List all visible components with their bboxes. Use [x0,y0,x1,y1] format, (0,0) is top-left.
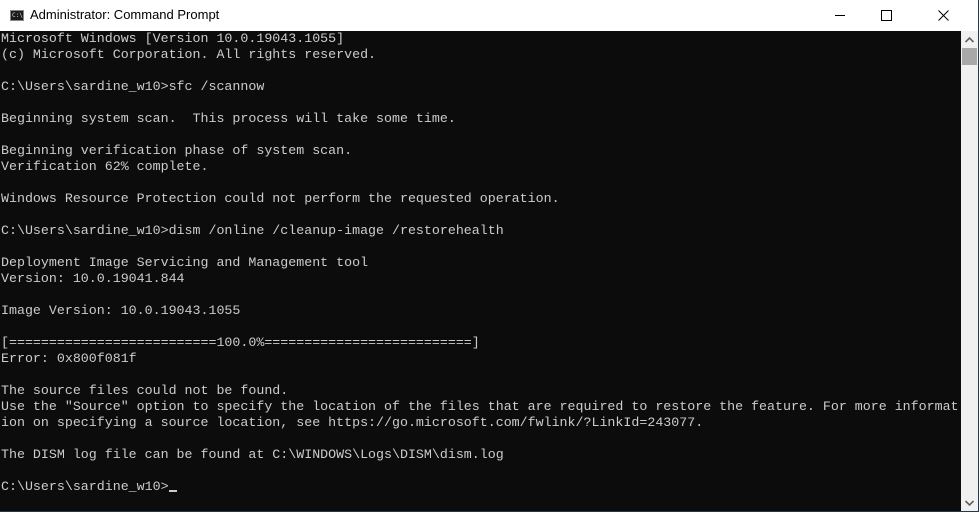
console-line: Image Version: 10.0.19043.1055 [1,303,961,319]
console-line-text: [==========================100.0%=======… [1,335,480,350]
console-line-text: Deployment Image Servicing and Managemen… [1,255,369,270]
console-line-text: The DISM log file can be found at C:\WIN… [1,447,504,462]
console-line-text: Image Version: 10.0.19043.1055 [1,303,241,318]
console-line-text: Version: 10.0.19041.844 [1,271,185,286]
console-line-text: Error: 0x800f081f [1,351,137,366]
console-line-text: Windows Resource Protection could not pe… [1,191,560,206]
console-line: Verification 62% complete. [1,159,961,175]
chevron-up-icon [965,36,974,43]
console-line: The DISM log file can be found at C:\WIN… [1,447,961,463]
console-line: (c) Microsoft Corporation. All rights re… [1,47,961,63]
console-line-text: Beginning system scan. This process will… [1,111,456,126]
scroll-up-button[interactable] [961,31,978,48]
console-line-text: C:\Users\sardine_w10>sfc /scannow [1,79,265,94]
command-prompt-window: C:\ Administrator: Command Prompt Micros… [0,0,979,512]
console-line: C:\Users\sardine_w10>dism /online /clean… [1,223,961,239]
window-title: Administrator: Command Prompt [30,7,220,22]
console-line: C:\Users\sardine_w10>sfc /scannow [1,79,961,95]
text-cursor [168,490,177,492]
console-line: Deployment Image Servicing and Managemen… [1,255,961,271]
minimize-button[interactable] [817,0,863,31]
cmd-icon: C:\ [10,10,24,21]
maximize-button[interactable] [863,0,909,31]
console-line: Use the "Source" option to specify the l… [1,399,961,415]
console-line-text: (c) Microsoft Corporation. All rights re… [1,47,377,62]
console-line: ion on specifying a source location, see… [1,415,961,431]
console-line: The source files could not be found. [1,383,961,399]
scroll-down-button[interactable] [961,494,978,511]
console-line: Windows Resource Protection could not pe… [1,191,961,207]
vertical-scrollbar[interactable] [961,31,978,511]
console-line-text: C:\Users\sardine_w10>dism /online /clean… [1,223,504,238]
close-button[interactable] [909,0,978,31]
console-line: Error: 0x800f081f [1,351,961,367]
console-line: Microsoft Windows [Version 10.0.19043.10… [1,31,961,47]
console-line-text: Beginning verification phase of system s… [1,143,353,158]
minimize-icon [835,15,845,16]
console-line-text: Use the "Source" option to specify the l… [1,399,959,414]
console-line: C:\Users\sardine_w10> [1,479,961,495]
console-line: Beginning verification phase of system s… [1,143,961,159]
console-line: Beginning system scan. This process will… [1,111,961,127]
scrollbar-thumb[interactable] [962,48,977,65]
console-line-text: Verification 62% complete. [1,159,209,174]
chevron-down-icon [965,499,974,506]
console-line-text: The source files could not be found. [1,383,289,398]
maximize-icon [880,10,892,21]
console-line: [==========================100.0%=======… [1,335,961,351]
console-output[interactable]: Microsoft Windows [Version 10.0.19043.10… [1,31,961,511]
console-line-text: C:\Users\sardine_w10> [1,479,169,494]
close-icon [938,10,949,21]
title-bar[interactable]: C:\ Administrator: Command Prompt [0,0,978,31]
console-line: Version: 10.0.19041.844 [1,271,961,287]
console-line-text: Microsoft Windows [Version 10.0.19043.10… [1,31,345,46]
console-line-text: ion on specifying a source location, see… [1,415,704,430]
